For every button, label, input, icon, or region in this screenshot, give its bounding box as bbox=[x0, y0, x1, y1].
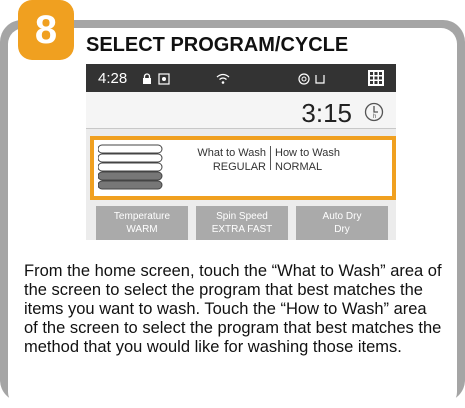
drum-icon bbox=[298, 72, 310, 85]
apps-grid-icon[interactable] bbox=[368, 70, 384, 86]
child-lock-icon bbox=[158, 72, 170, 85]
timer-area: 3:15 h bbox=[86, 92, 396, 129]
how-to-wash-value: NORMAL bbox=[275, 161, 323, 173]
cycle-time-remaining: 3:15 bbox=[301, 98, 352, 128]
spin-speed-value: EXTRA FAST bbox=[211, 224, 273, 235]
bucket-icon bbox=[314, 72, 326, 84]
auto-dry-button[interactable]: Auto Dry Dry bbox=[296, 206, 388, 240]
step-number-badge: 8 bbox=[18, 0, 74, 60]
drum-stack-icon bbox=[97, 143, 164, 193]
what-to-wash-area[interactable]: What to Wash REGULAR bbox=[174, 146, 266, 174]
wash-divider bbox=[270, 146, 271, 170]
status-bar: 4:28 bbox=[86, 64, 396, 92]
temperature-value: WARM bbox=[126, 224, 158, 235]
washer-screen: 4:28 3:15 h What to Wash REGULAR How to … bbox=[86, 64, 396, 240]
step-title: SELECT PROGRAM/CYCLE bbox=[86, 34, 349, 56]
hours-clock-icon: h bbox=[364, 102, 384, 122]
temperature-button[interactable]: Temperature WARM bbox=[96, 206, 188, 240]
wash-selection-highlight: What to Wash REGULAR How to Wash NORMAL bbox=[90, 136, 396, 200]
lock-icon bbox=[141, 72, 153, 84]
spin-speed-label: Spin Speed bbox=[216, 211, 268, 222]
what-to-wash-value: REGULAR bbox=[212, 161, 266, 173]
temperature-label: Temperature bbox=[113, 211, 171, 222]
how-to-wash-label: How to Wash bbox=[275, 147, 341, 159]
what-to-wash-label: What to Wash bbox=[197, 147, 266, 159]
wifi-icon bbox=[216, 72, 230, 84]
svg-text:h: h bbox=[373, 114, 376, 120]
spin-speed-button[interactable]: Spin Speed EXTRA FAST bbox=[196, 206, 288, 240]
auto-dry-label: Auto Dry bbox=[322, 211, 362, 222]
how-to-wash-area[interactable]: How to Wash NORMAL bbox=[275, 146, 340, 174]
status-clock: 4:28 bbox=[98, 70, 128, 87]
auto-dry-value: Dry bbox=[334, 224, 350, 235]
instruction-text: From the home screen, touch the “What to… bbox=[24, 262, 442, 356]
